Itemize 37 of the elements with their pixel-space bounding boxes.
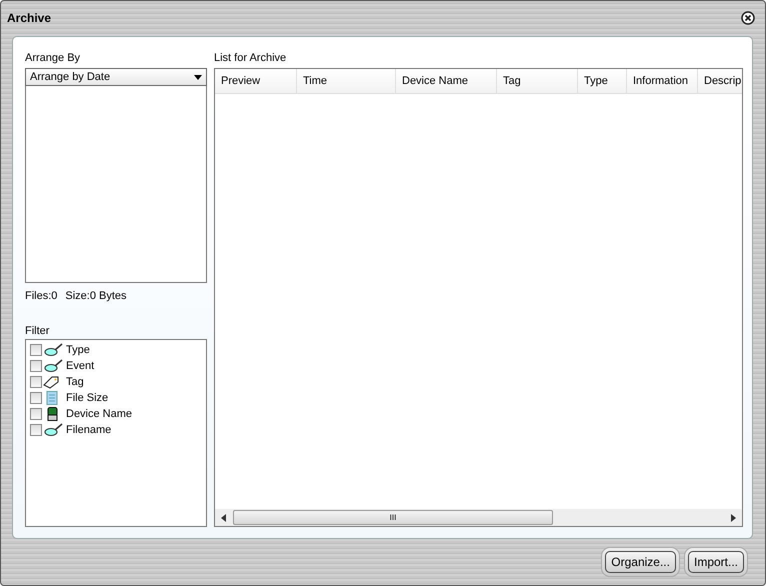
filter-label-text: Event: [66, 360, 94, 372]
filter-label-text: Tag: [66, 376, 84, 388]
dropdown-arrow-icon: [194, 74, 202, 80]
filter-checkbox[interactable]: [30, 392, 42, 404]
column-header[interactable]: Tag: [497, 69, 578, 93]
arrange-label: Arrange By: [25, 51, 82, 65]
filter-label-text: File Size: [66, 392, 108, 404]
action-button[interactable]: Organize...: [605, 551, 676, 573]
filter-label-text: Type: [66, 344, 90, 356]
list-label: List for Archive: [214, 51, 288, 65]
column-header[interactable]: Descrip: [698, 69, 742, 93]
scroll-right-icon[interactable]: [730, 514, 736, 522]
filter-checkbox[interactable]: [30, 360, 42, 372]
column-header[interactable]: Time: [297, 69, 396, 93]
horizontal-scrollbar[interactable]: III: [215, 509, 742, 526]
column-header[interactable]: Type: [578, 69, 627, 93]
magnifier-icon: [43, 343, 63, 357]
filter-checkbox[interactable]: [30, 344, 42, 356]
filter-label-text: Device Name: [66, 408, 132, 420]
files-count: Files:0: [25, 290, 58, 302]
column-header[interactable]: Preview: [215, 69, 297, 93]
scroll-left-icon[interactable]: [221, 514, 227, 522]
column-header[interactable]: Device Name: [396, 69, 497, 93]
arrange-dropdown[interactable]: Arrange by Date: [25, 68, 207, 86]
window-title: Archive: [7, 10, 52, 24]
filter-label: Filter: [25, 324, 50, 338]
column-header[interactable]: Information: [627, 69, 698, 93]
size-total: Size:0 Bytes: [65, 290, 127, 302]
action-button[interactable]: Import...: [688, 551, 744, 573]
filter-checkbox[interactable]: [30, 408, 42, 420]
filter-checkbox[interactable]: [30, 376, 42, 388]
magnifier-icon: [43, 423, 63, 437]
magnifier-icon: [43, 359, 63, 373]
close-icon[interactable]: [741, 10, 755, 24]
scroll-thumb[interactable]: III: [233, 510, 553, 525]
filter-label-text: Filename: [66, 424, 112, 436]
filter-checkbox[interactable]: [30, 424, 42, 436]
